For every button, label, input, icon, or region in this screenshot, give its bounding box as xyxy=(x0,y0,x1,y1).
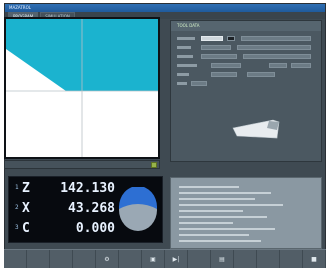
panel-header: TOOL DATA xyxy=(171,21,321,31)
doc-icon: ▤ xyxy=(219,255,225,263)
message-line xyxy=(179,210,243,212)
param-field[interactable] xyxy=(201,36,223,41)
dro-row-x: 2 X 43.268 xyxy=(15,201,115,219)
tool-insert-icon xyxy=(229,116,281,142)
toolpath-graphic xyxy=(4,17,160,159)
param-field[interactable] xyxy=(269,63,287,68)
axis-name: X xyxy=(22,201,30,216)
param-field[interactable] xyxy=(247,72,275,77)
dro-row-z: 1 Z 142.130 xyxy=(15,181,115,199)
axis-value: 0.000 xyxy=(75,221,115,236)
param-field[interactable] xyxy=(227,36,235,41)
softkey-12[interactable] xyxy=(257,250,280,268)
message-line xyxy=(179,204,283,206)
message-line xyxy=(179,198,255,200)
play-icon: ▶| xyxy=(172,255,180,263)
field-label xyxy=(177,37,195,40)
param-field[interactable] xyxy=(291,63,311,68)
field-label xyxy=(177,55,193,58)
message-line xyxy=(179,222,233,224)
param-field[interactable] xyxy=(201,45,231,50)
message-line xyxy=(179,234,249,236)
axis-name: Z xyxy=(22,181,30,196)
axis-value: 43.268 xyxy=(68,201,115,216)
tool-icon: ⚙ xyxy=(104,255,110,263)
field-label xyxy=(177,46,191,49)
field-label xyxy=(177,82,187,85)
param-field[interactable] xyxy=(237,45,311,50)
softkey-13[interactable] xyxy=(280,250,303,268)
softkey-6[interactable] xyxy=(119,250,142,268)
window-title: MAZATROL xyxy=(5,4,325,12)
softkey-14[interactable]: ■ xyxy=(303,250,326,268)
axis-index: 1 xyxy=(15,184,19,191)
message-line xyxy=(179,192,271,194)
message-line xyxy=(179,216,267,218)
softkey-bar: ⚙ ▣ ▶| ▤ ■ xyxy=(4,249,326,268)
field-label xyxy=(177,73,189,76)
status-indicator xyxy=(151,162,157,168)
message-line xyxy=(179,240,261,242)
message-area xyxy=(170,177,322,249)
field-label xyxy=(177,64,197,67)
softkey-10[interactable]: ▤ xyxy=(211,250,234,268)
softkey-11[interactable] xyxy=(234,250,257,268)
axis-value: 142.130 xyxy=(60,181,115,196)
graphic-status-bar xyxy=(4,160,160,169)
spindle-gauge-icon xyxy=(119,187,157,231)
softkey-5[interactable]: ⚙ xyxy=(96,250,119,268)
position-display: 1 Z 142.130 2 X 43.268 3 C 0.000 xyxy=(8,176,163,243)
softkey-9[interactable] xyxy=(188,250,211,268)
param-field[interactable] xyxy=(211,72,237,77)
param-field[interactable] xyxy=(201,54,237,59)
softkey-3[interactable] xyxy=(50,250,73,268)
softkey-7[interactable]: ▣ xyxy=(142,250,165,268)
param-field[interactable] xyxy=(211,63,241,68)
softkey-2[interactable] xyxy=(27,250,50,268)
message-line xyxy=(179,186,239,188)
square-icon: ■ xyxy=(311,255,317,263)
axis-index: 2 xyxy=(15,204,19,211)
axis-index: 3 xyxy=(15,224,19,231)
param-field[interactable] xyxy=(243,54,311,59)
tool-data-panel: TOOL DATA xyxy=(170,20,322,162)
param-field[interactable] xyxy=(191,81,207,86)
graphic-canvas xyxy=(6,19,158,157)
message-line xyxy=(179,228,275,230)
axis-name: C xyxy=(22,221,30,236)
dro-row-c: 3 C 0.000 xyxy=(15,221,115,239)
param-field[interactable] xyxy=(241,36,311,41)
softkey-1[interactable] xyxy=(4,250,27,268)
page-icon: ▣ xyxy=(150,255,156,263)
softkey-4[interactable] xyxy=(73,250,96,268)
softkey-8[interactable]: ▶| xyxy=(165,250,188,268)
